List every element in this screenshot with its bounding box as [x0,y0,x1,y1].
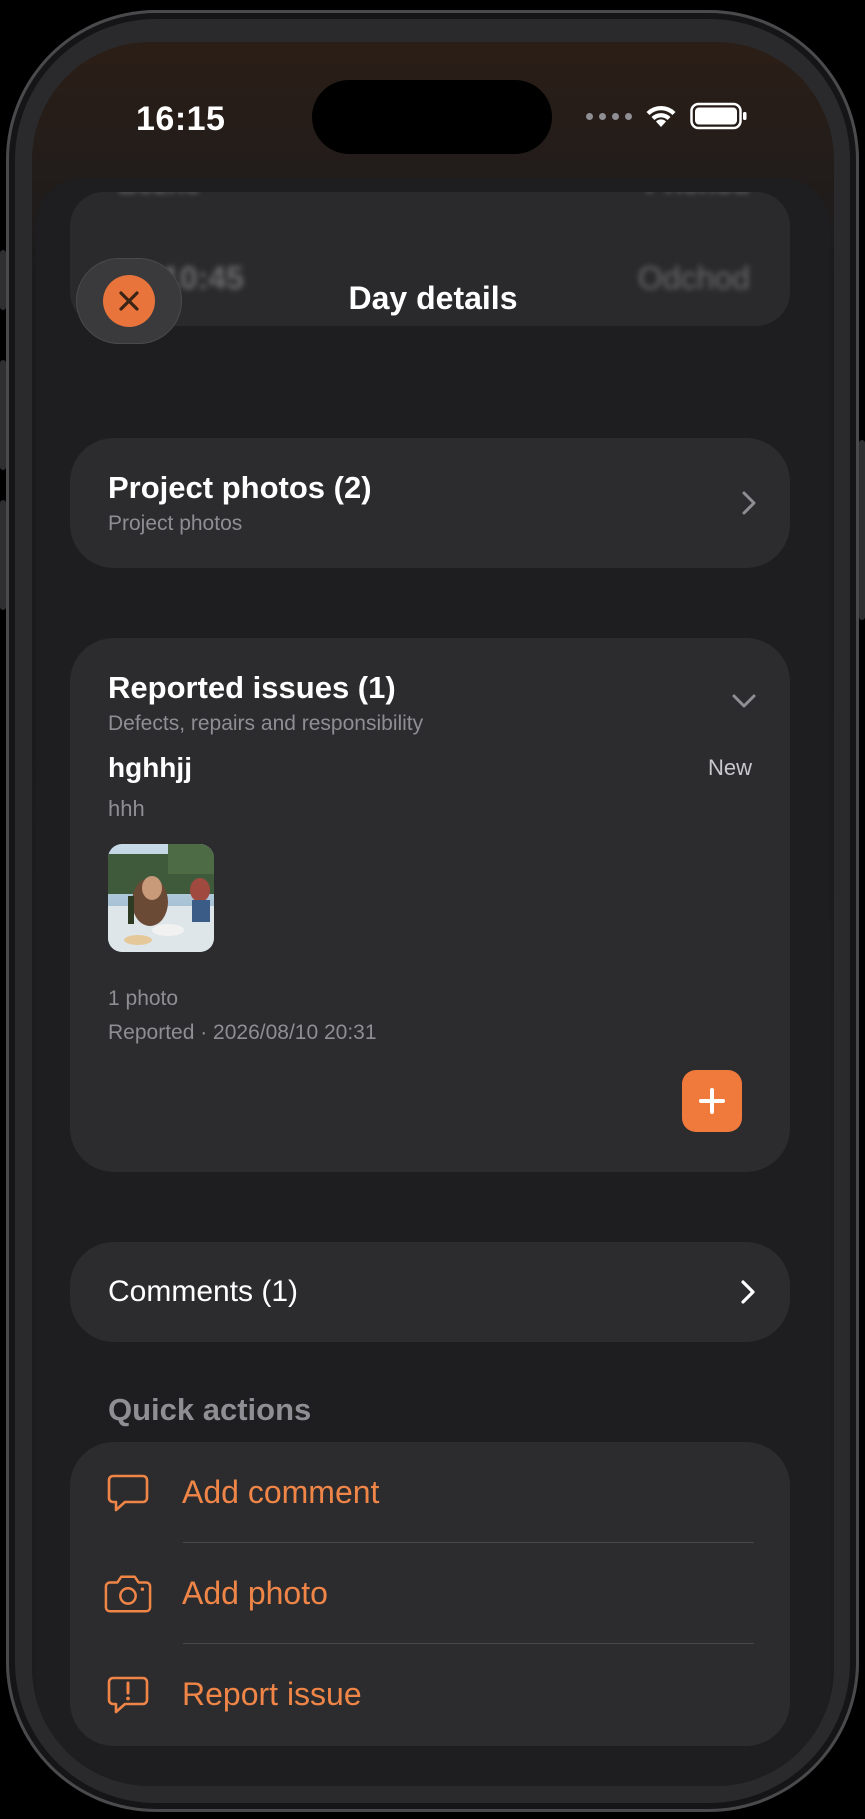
report-issue-button[interactable]: Report issue [70,1644,790,1745]
power-button [859,440,865,620]
reported-issues-title[interactable]: Reported issues (1) [108,670,752,706]
blur-top-left: Běžné [118,192,200,200]
issue-description: hhh [108,796,145,821]
quick-actions-title: Quick actions [108,1392,312,1427]
issue-reported-date: Reported · 2026/08/10 20:31 [108,1021,377,1044]
cellular-signal-icon [586,112,632,120]
add-photo-label: Add photo [182,1575,328,1611]
comments-label: Comments (1) [108,1275,299,1308]
wifi-icon [646,105,676,127]
issue-name: hghhjj [108,752,192,783]
chevron-right-icon [742,491,756,515]
battery-icon [690,102,747,130]
status-time: 16:15 [136,100,226,138]
camera-icon [104,1574,152,1613]
blur-top-right: Příchod [646,192,750,200]
issue-photo-count: 1 photo [108,987,179,1010]
chevron-right-icon [741,1280,755,1304]
status-icons [586,102,748,130]
project-photos-row[interactable]: Project photos (2) Project photos [70,438,790,568]
reported-issues-subtitle: Defects, repairs and responsibility [108,712,424,735]
page-title: Day details [348,280,518,316]
issue-photo-thumbnail[interactable] [108,844,214,952]
day-details-sheet: Běžné Příchod 10:45 Odchod Day details P… [36,178,830,1786]
status-bar: 16:15 [32,42,834,154]
screen: 16:15 Běžné Příchod 10:45 Odchod [32,42,834,1786]
volume-down-button [0,500,6,610]
chevron-down-icon[interactable] [732,694,756,708]
report-issue-label: Report issue [182,1676,362,1712]
volume-up-button [0,360,6,470]
quick-actions-list: Add comment Add photo Report issue [70,1442,790,1746]
project-photos-title: Project photos (2) [108,470,372,505]
project-photos-subtitle: Project photos [108,512,243,535]
issue-item[interactable]: hghhjj New hhh 1 photo Reported · 2026/0… [108,752,752,1050]
plus-icon [699,1088,725,1114]
add-photo-button[interactable]: Add photo [70,1543,790,1644]
comment-icon [107,1474,149,1511]
action-button [0,250,6,310]
add-issue-button[interactable] [682,1070,742,1132]
report-issue-icon [107,1676,149,1713]
dynamic-island [312,80,552,154]
add-comment-button[interactable]: Add comment [70,1442,790,1543]
add-comment-label: Add comment [182,1474,380,1510]
comments-row[interactable]: Comments (1) [70,1242,790,1342]
reported-issues-section: Reported issues (1) Defects, repairs and… [70,638,790,1172]
issue-status-badge: New [707,755,752,780]
